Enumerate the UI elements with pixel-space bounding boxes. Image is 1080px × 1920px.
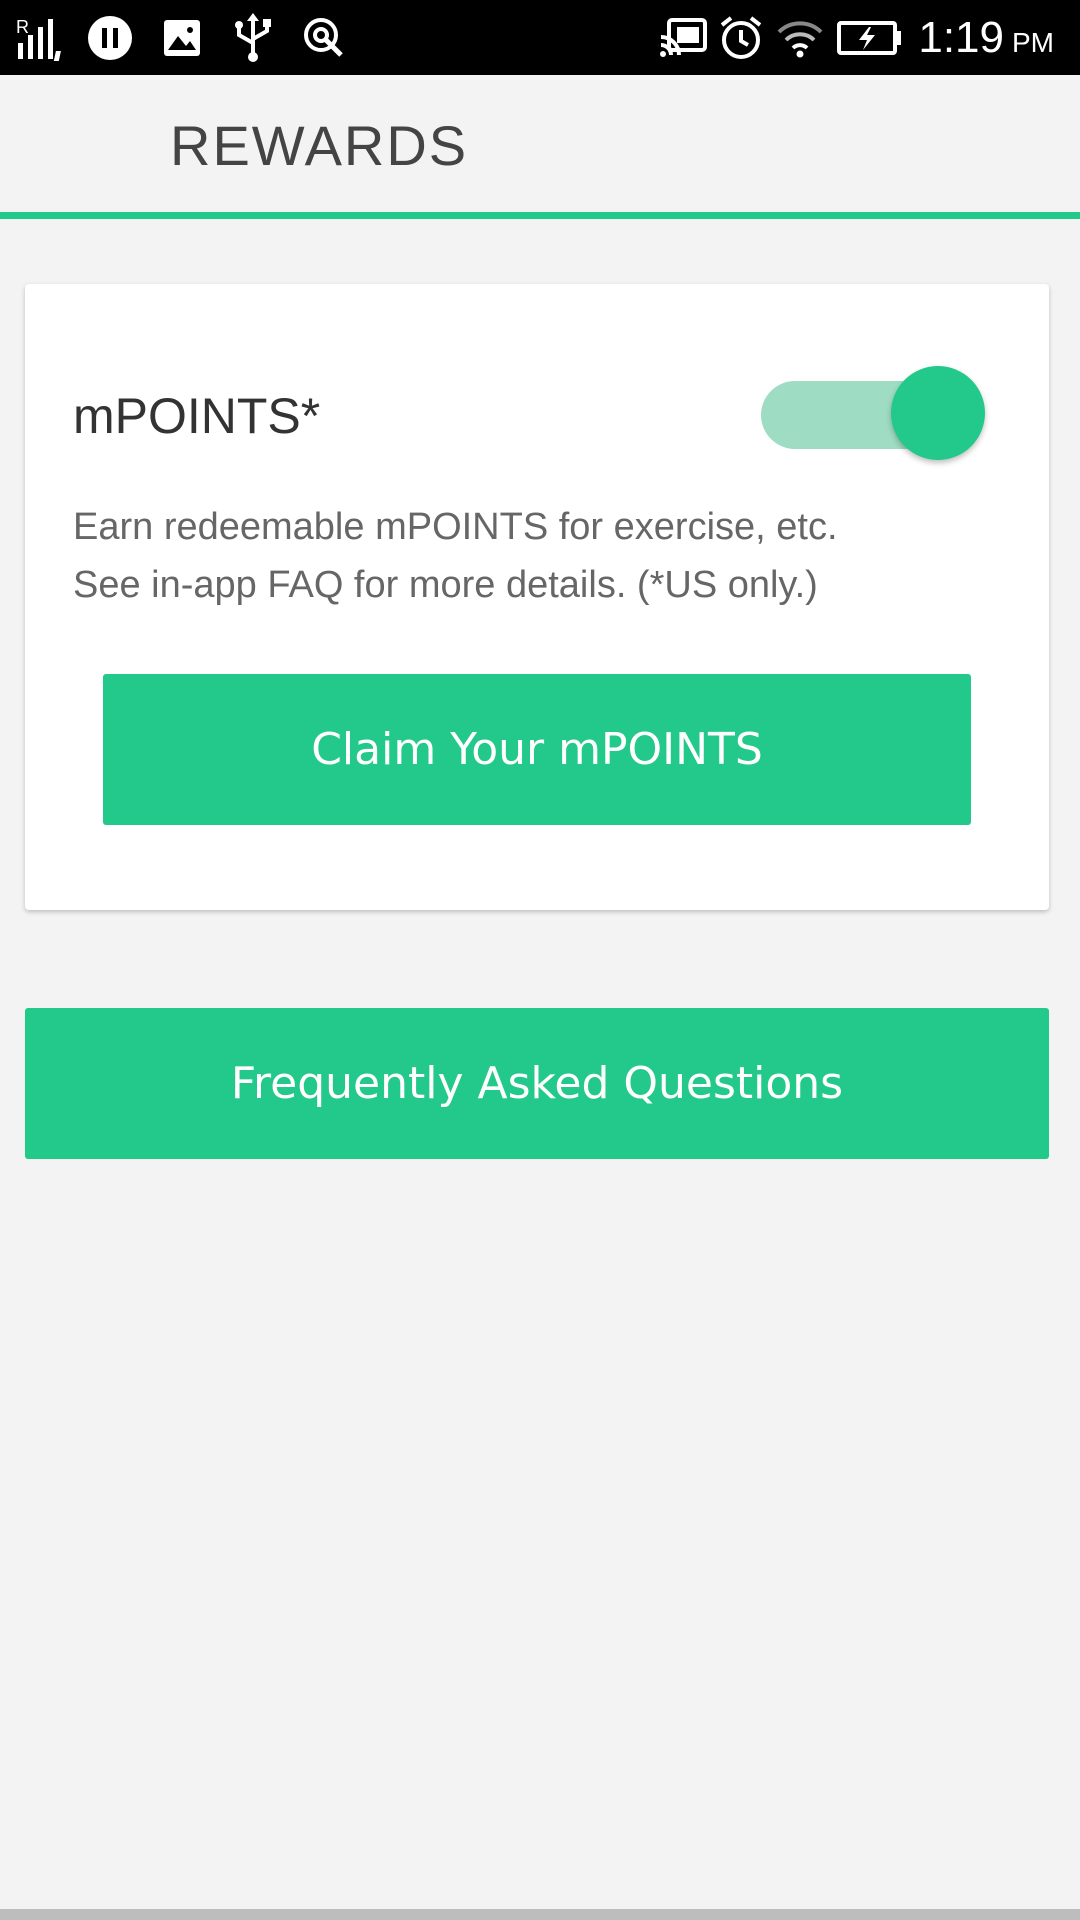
description-line: Earn redeemable mPOINTS for exercise, et…: [73, 506, 838, 548]
location-icon: [300, 0, 348, 75]
signal-roaming-icon: R: [14, 0, 76, 75]
status-time-value: 1:19: [918, 12, 1004, 62]
status-time: 1:19 PM: [918, 0, 1054, 75]
mpoints-toggle[interactable]: [761, 362, 985, 462]
svg-text:R: R: [16, 17, 29, 37]
description-line: See in-app FAQ for more details. (*US on…: [73, 564, 818, 606]
claim-mpoints-button[interactable]: Claim Your mPOINTS: [103, 674, 971, 825]
usb-icon: [230, 0, 276, 75]
header-divider: [0, 212, 1080, 219]
mpoints-description: Earn redeemable mPOINTS for exercise, et…: [73, 498, 838, 614]
battery-charging-icon: [836, 0, 904, 75]
header: REWARDS: [0, 75, 1080, 213]
alarm-icon: [718, 0, 764, 75]
pause-icon: [86, 0, 134, 75]
faq-button[interactable]: Frequently Asked Questions: [25, 1008, 1049, 1159]
status-time-ampm: PM: [1012, 26, 1054, 58]
cast-icon: [658, 0, 710, 75]
mpoints-title: mPOINTS*: [73, 388, 321, 444]
wifi-icon: [774, 0, 826, 75]
bottom-edge: [0, 1909, 1080, 1920]
page-title: REWARDS: [170, 114, 469, 177]
image-icon: [160, 0, 204, 75]
toggle-thumb: [891, 366, 985, 460]
mpoints-card: mPOINTS* Earn redeemable mPOINTS for exe…: [25, 284, 1049, 910]
status-bar: R 1:19 PM: [0, 0, 1080, 75]
